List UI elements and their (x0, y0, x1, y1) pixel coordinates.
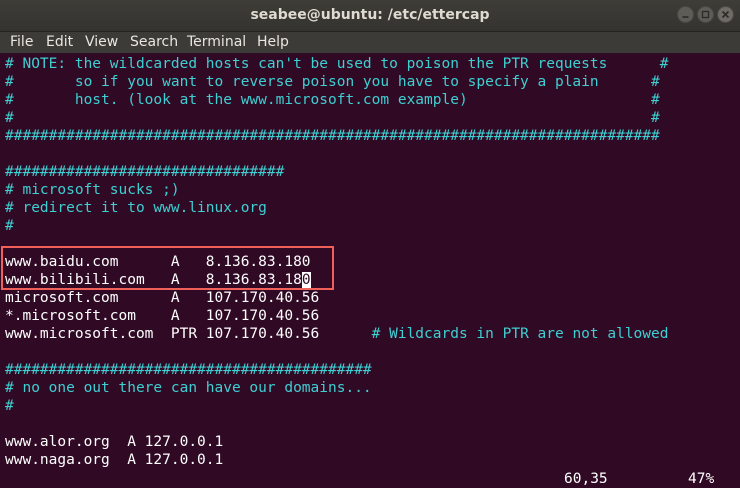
terminal-line: # (5, 218, 14, 234)
maximize-button[interactable] (697, 6, 714, 23)
minimize-button[interactable] (677, 6, 694, 23)
text-cursor: 0 (301, 272, 311, 288)
scroll-percent: 47% (688, 471, 715, 487)
terminal-line: # host. (look at the www.microsoft.com e… (5, 92, 660, 108)
terminal-line: microsoft.com A 107.170.40.56 (5, 290, 320, 306)
terminal-line: www.microsoft.com PTR 107.170.40.56 # Wi… (5, 325, 668, 343)
terminal-line-text: www.microsoft.com PTR 107.170.40.56 (5, 326, 320, 342)
menu-help[interactable]: Help (257, 32, 289, 53)
terminal-line: www.baidu.com A 8.136.83.180 (5, 254, 311, 270)
close-icon (721, 10, 730, 19)
menu-edit[interactable]: Edit (46, 32, 73, 53)
terminal-window: seabee@ubuntu: /etc/ettercap File Edit V… (0, 0, 740, 488)
terminal-line: # (5, 398, 14, 414)
terminal-line-comment: # Wildcards in PTR are not allowed (319, 326, 669, 342)
terminal-line: ########################################… (5, 128, 660, 144)
terminal-line: # # (5, 110, 660, 126)
terminal-line: # redirect it to www.linux.org (5, 200, 267, 216)
menu-search[interactable]: Search (130, 32, 178, 53)
menu-terminal[interactable]: Terminal (187, 32, 246, 53)
title-bar[interactable]: seabee@ubuntu: /etc/ettercap (0, 0, 740, 32)
terminal-line-cursor: www.bilibili.com A 8.136.83.180 (5, 271, 311, 289)
terminal-line: ########################################… (5, 362, 372, 378)
close-button[interactable] (717, 6, 734, 23)
cursor-position: 60,35 (564, 471, 608, 487)
terminal-line: # no one out there can have our domains.… (5, 380, 372, 396)
terminal-line: ################################ (5, 164, 285, 180)
menu-view[interactable]: View (85, 32, 118, 53)
cursor-line-before: www.bilibili.com A 8.136.83.18 (5, 272, 302, 288)
maximize-icon (701, 10, 710, 19)
terminal-line: # microsoft sucks ;) (5, 182, 180, 198)
terminal-text-area[interactable]: # NOTE: the wildcarded hosts can't be us… (0, 53, 740, 488)
terminal-line: www.alor.org A 127.0.0.1 (5, 434, 224, 450)
terminal-line: # NOTE: the wildcarded hosts can't be us… (5, 56, 669, 72)
menu-file[interactable]: File (10, 32, 33, 53)
terminal-line: *.microsoft.com A 107.170.40.56 (5, 308, 320, 324)
terminal-line: www.naga.org A 127.0.0.1 (5, 452, 224, 468)
window-title: seabee@ubuntu: /etc/ettercap (250, 7, 490, 23)
menu-bar: File Edit View Search Terminal Help (0, 32, 740, 53)
terminal-line: # so if you want to reverse poison you h… (5, 74, 660, 90)
minimize-icon (682, 16, 689, 18)
